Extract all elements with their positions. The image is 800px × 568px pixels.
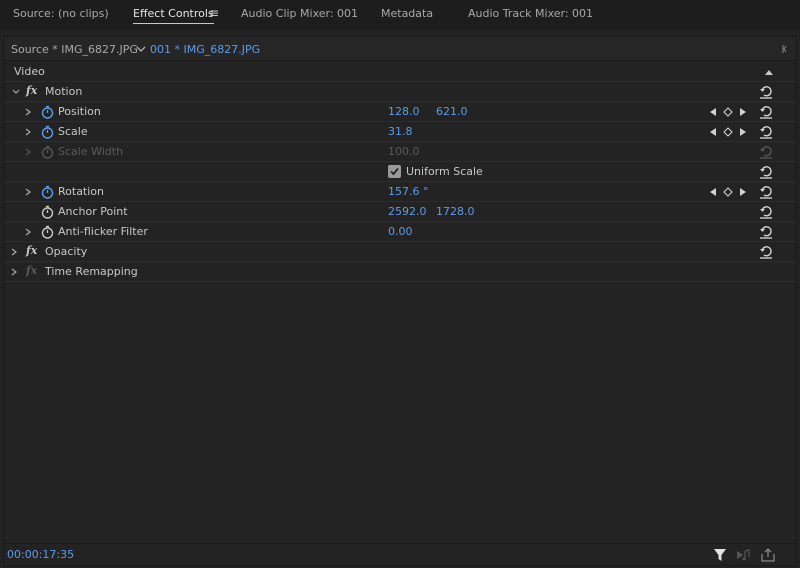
filter-icon[interactable]	[712, 547, 728, 563]
stopwatch-icon[interactable]	[41, 185, 54, 199]
tab-metadata[interactable]: Metadata	[381, 8, 433, 24]
time-remapping-label: Time Remapping	[45, 265, 138, 278]
reset-icon[interactable]	[758, 164, 774, 180]
chevron-right-icon[interactable]	[9, 266, 19, 278]
keyframe-prev-icon[interactable]	[709, 127, 717, 137]
stopwatch-icon[interactable]	[41, 105, 54, 119]
property-row-rotation[interactable]: Rotation 157.6 °	[4, 182, 796, 202]
chevron-right-icon	[25, 148, 31, 156]
effect-row-motion[interactable]: fx Motion	[4, 82, 796, 102]
anti-flicker-label: Anti-flicker Filter	[58, 225, 148, 238]
reset-icon[interactable]	[758, 184, 774, 200]
clip-selector-bar: Source * IMG_6827.JPG 001 * IMG_6827.JPG	[4, 37, 796, 61]
source-clip-label[interactable]: Source * IMG_6827.JPG	[11, 44, 138, 56]
sequence-clip-label[interactable]: 001 * IMG_6827.JPG	[150, 44, 260, 56]
uniform-scale-checkbox[interactable]	[388, 165, 401, 178]
tab-audio-clip-mixer[interactable]: Audio Clip Mixer: 001	[241, 8, 358, 24]
property-row-anchor-point[interactable]: Anchor Point 2592.0 1728.0	[4, 202, 796, 222]
keyframe-prev-icon[interactable]	[709, 107, 717, 117]
chevron-down-icon[interactable]	[11, 86, 21, 98]
status-bar: 00:00:17:35	[4, 543, 796, 565]
export-icon[interactable]	[760, 547, 776, 563]
timecode[interactable]: 00:00:17:35	[7, 549, 74, 561]
position-y-value[interactable]: 621.0	[436, 106, 468, 118]
fx-icon[interactable]: fx	[26, 85, 37, 97]
scale-label: Scale	[58, 125, 88, 138]
rotation-value[interactable]: 157.6 °	[388, 186, 429, 198]
fx-icon: fx	[26, 264, 38, 277]
reset-icon[interactable]	[758, 224, 774, 240]
video-section-header: Video	[4, 62, 796, 82]
reset-icon[interactable]	[758, 124, 774, 140]
collapse-up-icon[interactable]	[764, 68, 774, 76]
chevron-right-icon[interactable]	[9, 246, 19, 258]
anti-flicker-value[interactable]: 0.00	[388, 226, 413, 238]
play-audio-icon[interactable]	[735, 547, 751, 563]
fx-icon[interactable]: fx	[26, 245, 37, 257]
reset-icon[interactable]	[758, 244, 774, 260]
effect-controls-panel: Source * IMG_6827.JPG 001 * IMG_6827.JPG…	[3, 36, 797, 566]
anchor-point-label: Anchor Point	[58, 205, 128, 218]
motion-label: Motion	[45, 85, 83, 98]
keyframe-next-icon[interactable]	[739, 187, 747, 197]
scale-width-value: 100.0	[388, 145, 420, 158]
video-section-label: Video	[14, 65, 45, 78]
panel-collapse-icon[interactable]	[782, 44, 788, 54]
chevron-right-icon[interactable]	[23, 126, 33, 138]
reset-icon	[760, 146, 772, 159]
anchor-point-y-value[interactable]: 1728.0	[436, 206, 475, 218]
chevron-right-icon[interactable]	[23, 226, 33, 238]
opacity-label: Opacity	[45, 245, 88, 258]
rotation-label: Rotation	[58, 185, 105, 198]
stopwatch-icon[interactable]	[41, 205, 54, 219]
property-row-scale[interactable]: Scale 31.8	[4, 122, 796, 142]
checkmark-icon	[390, 167, 399, 176]
keyframe-add-icon[interactable]	[723, 107, 733, 117]
effect-row-time-remapping[interactable]: fx Time Remapping	[4, 262, 796, 282]
position-label: Position	[58, 105, 101, 118]
position-x-value[interactable]: 128.0	[388, 106, 420, 118]
chevron-down-icon[interactable]	[134, 42, 148, 56]
keyframe-next-icon[interactable]	[739, 127, 747, 137]
tab-audio-track-mixer[interactable]: Audio Track Mixer: 001	[468, 8, 593, 24]
tab-effect-controls[interactable]: Effect Controls	[133, 8, 214, 24]
tab-source[interactable]: Source: (no clips)	[13, 8, 109, 24]
property-row-scale-width: Scale Width 100.0	[4, 142, 796, 162]
keyframe-next-icon[interactable]	[739, 107, 747, 117]
keyframe-prev-icon[interactable]	[709, 187, 717, 197]
scale-width-label: Scale Width	[58, 145, 124, 158]
stopwatch-icon	[41, 145, 54, 159]
scale-value[interactable]: 31.8	[388, 126, 413, 138]
chevron-right-icon[interactable]	[23, 106, 33, 118]
keyframe-add-icon[interactable]	[723, 187, 733, 197]
property-row-anti-flicker[interactable]: Anti-flicker Filter 0.00	[4, 222, 796, 242]
chevron-right-icon[interactable]	[23, 186, 33, 198]
hamburger-menu-icon[interactable]: ≡	[209, 7, 219, 19]
property-row-position[interactable]: Position 128.0 621.0	[4, 102, 796, 122]
stopwatch-icon[interactable]	[41, 225, 54, 239]
reset-icon[interactable]	[758, 204, 774, 220]
uniform-scale-label[interactable]: Uniform Scale	[406, 166, 483, 178]
reset-icon[interactable]	[758, 84, 774, 100]
effect-row-opacity[interactable]: fx Opacity	[4, 242, 796, 262]
keyframe-add-icon[interactable]	[723, 127, 733, 137]
property-row-uniform-scale: Uniform Scale	[4, 162, 796, 182]
reset-icon[interactable]	[758, 104, 774, 120]
panel-tab-bar: Source: (no clips) Effect Controls ≡ Aud…	[0, 0, 800, 30]
stopwatch-icon[interactable]	[41, 125, 54, 139]
anchor-point-x-value[interactable]: 2592.0	[388, 206, 427, 218]
